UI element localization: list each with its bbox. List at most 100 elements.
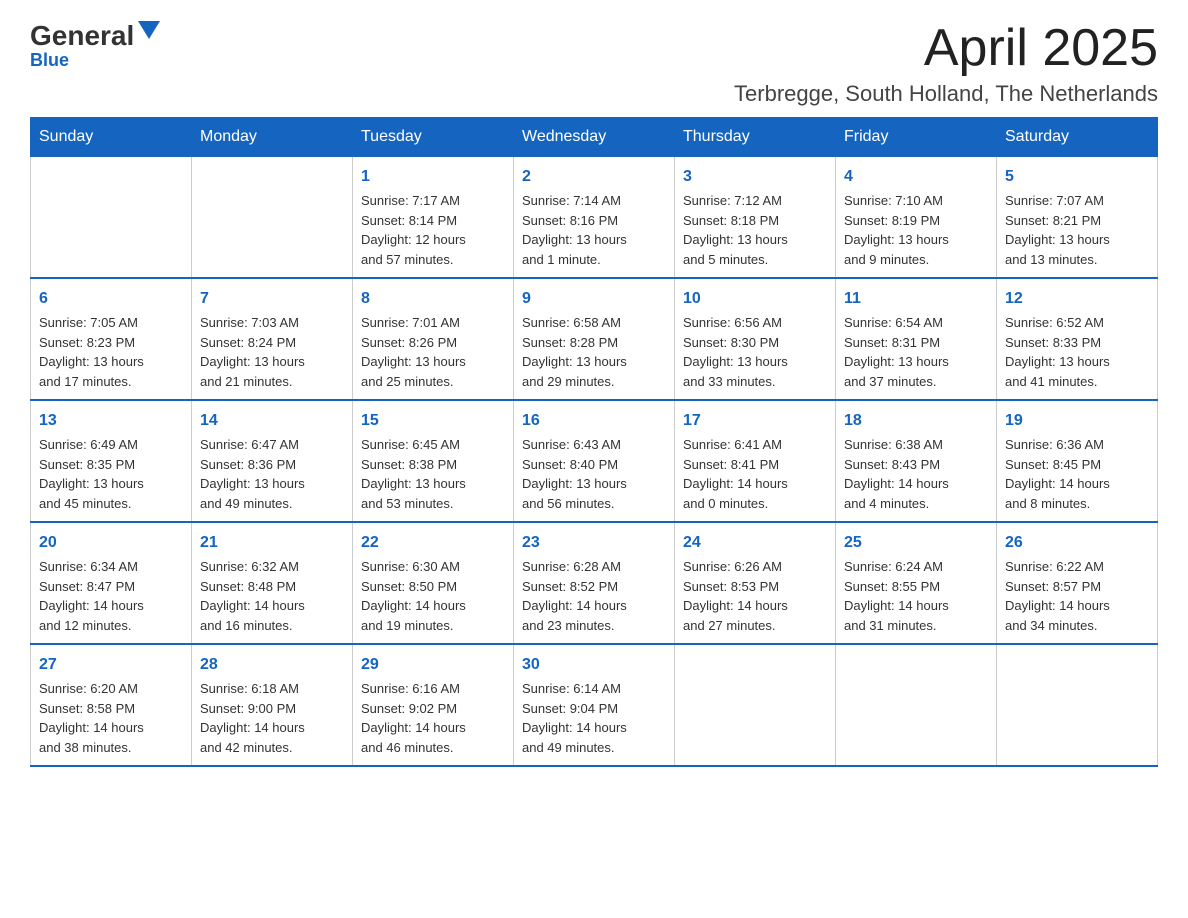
logo-arrow-icon [138,21,160,43]
day-info: Sunrise: 6:47 AM Sunset: 8:36 PM Dayligh… [200,435,344,513]
calendar-cell: 25Sunrise: 6:24 AM Sunset: 8:55 PM Dayli… [836,522,997,644]
day-info: Sunrise: 6:20 AM Sunset: 8:58 PM Dayligh… [39,679,183,757]
day-info: Sunrise: 7:12 AM Sunset: 8:18 PM Dayligh… [683,191,827,269]
day-info: Sunrise: 7:17 AM Sunset: 8:14 PM Dayligh… [361,191,505,269]
month-title: April 2025 [734,20,1158,77]
day-info: Sunrise: 6:22 AM Sunset: 8:57 PM Dayligh… [1005,557,1149,635]
day-number: 22 [361,531,505,555]
day-number: 12 [1005,287,1149,311]
day-info: Sunrise: 6:18 AM Sunset: 9:00 PM Dayligh… [200,679,344,757]
calendar-week-row: 6Sunrise: 7:05 AM Sunset: 8:23 PM Daylig… [31,278,1158,400]
calendar-cell [836,644,997,766]
logo-text-general: General [30,20,134,52]
calendar-week-row: 20Sunrise: 6:34 AM Sunset: 8:47 PM Dayli… [31,522,1158,644]
calendar-cell: 16Sunrise: 6:43 AM Sunset: 8:40 PM Dayli… [514,400,675,522]
day-info: Sunrise: 6:38 AM Sunset: 8:43 PM Dayligh… [844,435,988,513]
calendar-cell: 24Sunrise: 6:26 AM Sunset: 8:53 PM Dayli… [675,522,836,644]
day-number: 5 [1005,165,1149,189]
calendar-table: SundayMondayTuesdayWednesdayThursdayFrid… [30,117,1158,767]
day-number: 24 [683,531,827,555]
header-friday: Friday [836,118,997,157]
calendar-cell [31,157,192,279]
header-thursday: Thursday [675,118,836,157]
day-info: Sunrise: 6:14 AM Sunset: 9:04 PM Dayligh… [522,679,666,757]
day-number: 19 [1005,409,1149,433]
day-number: 27 [39,653,183,677]
calendar-cell: 17Sunrise: 6:41 AM Sunset: 8:41 PM Dayli… [675,400,836,522]
calendar-cell: 20Sunrise: 6:34 AM Sunset: 8:47 PM Dayli… [31,522,192,644]
day-number: 17 [683,409,827,433]
calendar-cell: 22Sunrise: 6:30 AM Sunset: 8:50 PM Dayli… [353,522,514,644]
day-number: 20 [39,531,183,555]
logo-text-blue: Blue [30,50,69,71]
day-info: Sunrise: 6:56 AM Sunset: 8:30 PM Dayligh… [683,313,827,391]
header-tuesday: Tuesday [353,118,514,157]
day-info: Sunrise: 6:26 AM Sunset: 8:53 PM Dayligh… [683,557,827,635]
day-info: Sunrise: 7:10 AM Sunset: 8:19 PM Dayligh… [844,191,988,269]
calendar-cell: 28Sunrise: 6:18 AM Sunset: 9:00 PM Dayli… [192,644,353,766]
day-info: Sunrise: 6:16 AM Sunset: 9:02 PM Dayligh… [361,679,505,757]
calendar-week-row: 13Sunrise: 6:49 AM Sunset: 8:35 PM Dayli… [31,400,1158,522]
day-number: 15 [361,409,505,433]
day-info: Sunrise: 6:52 AM Sunset: 8:33 PM Dayligh… [1005,313,1149,391]
day-info: Sunrise: 6:32 AM Sunset: 8:48 PM Dayligh… [200,557,344,635]
day-info: Sunrise: 6:58 AM Sunset: 8:28 PM Dayligh… [522,313,666,391]
day-number: 8 [361,287,505,311]
day-info: Sunrise: 6:49 AM Sunset: 8:35 PM Dayligh… [39,435,183,513]
calendar-cell [997,644,1158,766]
day-info: Sunrise: 6:54 AM Sunset: 8:31 PM Dayligh… [844,313,988,391]
calendar-header-row: SundayMondayTuesdayWednesdayThursdayFrid… [31,118,1158,157]
header-monday: Monday [192,118,353,157]
day-number: 18 [844,409,988,433]
day-number: 26 [1005,531,1149,555]
day-info: Sunrise: 6:43 AM Sunset: 8:40 PM Dayligh… [522,435,666,513]
calendar-cell: 3Sunrise: 7:12 AM Sunset: 8:18 PM Daylig… [675,157,836,279]
calendar-cell: 19Sunrise: 6:36 AM Sunset: 8:45 PM Dayli… [997,400,1158,522]
calendar-week-row: 1Sunrise: 7:17 AM Sunset: 8:14 PM Daylig… [31,157,1158,279]
day-info: Sunrise: 7:14 AM Sunset: 8:16 PM Dayligh… [522,191,666,269]
day-info: Sunrise: 6:41 AM Sunset: 8:41 PM Dayligh… [683,435,827,513]
day-number: 2 [522,165,666,189]
calendar-cell: 14Sunrise: 6:47 AM Sunset: 8:36 PM Dayli… [192,400,353,522]
calendar-cell: 2Sunrise: 7:14 AM Sunset: 8:16 PM Daylig… [514,157,675,279]
logo: General Blue [30,20,160,71]
calendar-cell: 1Sunrise: 7:17 AM Sunset: 8:14 PM Daylig… [353,157,514,279]
day-number: 30 [522,653,666,677]
calendar-cell: 4Sunrise: 7:10 AM Sunset: 8:19 PM Daylig… [836,157,997,279]
calendar-cell: 21Sunrise: 6:32 AM Sunset: 8:48 PM Dayli… [192,522,353,644]
header-sunday: Sunday [31,118,192,157]
calendar-cell [675,644,836,766]
calendar-cell: 5Sunrise: 7:07 AM Sunset: 8:21 PM Daylig… [997,157,1158,279]
day-info: Sunrise: 6:28 AM Sunset: 8:52 PM Dayligh… [522,557,666,635]
calendar-cell: 29Sunrise: 6:16 AM Sunset: 9:02 PM Dayli… [353,644,514,766]
header-wednesday: Wednesday [514,118,675,157]
calendar-cell: 23Sunrise: 6:28 AM Sunset: 8:52 PM Dayli… [514,522,675,644]
day-info: Sunrise: 6:45 AM Sunset: 8:38 PM Dayligh… [361,435,505,513]
day-number: 1 [361,165,505,189]
day-info: Sunrise: 7:01 AM Sunset: 8:26 PM Dayligh… [361,313,505,391]
calendar-cell: 9Sunrise: 6:58 AM Sunset: 8:28 PM Daylig… [514,278,675,400]
day-number: 4 [844,165,988,189]
day-number: 29 [361,653,505,677]
calendar-cell: 10Sunrise: 6:56 AM Sunset: 8:30 PM Dayli… [675,278,836,400]
day-info: Sunrise: 6:24 AM Sunset: 8:55 PM Dayligh… [844,557,988,635]
day-number: 11 [844,287,988,311]
calendar-cell: 7Sunrise: 7:03 AM Sunset: 8:24 PM Daylig… [192,278,353,400]
day-info: Sunrise: 7:03 AM Sunset: 8:24 PM Dayligh… [200,313,344,391]
location-title: Terbregge, South Holland, The Netherland… [734,81,1158,107]
calendar-cell: 18Sunrise: 6:38 AM Sunset: 8:43 PM Dayli… [836,400,997,522]
day-info: Sunrise: 6:30 AM Sunset: 8:50 PM Dayligh… [361,557,505,635]
day-number: 21 [200,531,344,555]
calendar-cell: 26Sunrise: 6:22 AM Sunset: 8:57 PM Dayli… [997,522,1158,644]
calendar-week-row: 27Sunrise: 6:20 AM Sunset: 8:58 PM Dayli… [31,644,1158,766]
day-number: 13 [39,409,183,433]
header-saturday: Saturday [997,118,1158,157]
day-number: 14 [200,409,344,433]
day-number: 3 [683,165,827,189]
calendar-cell: 11Sunrise: 6:54 AM Sunset: 8:31 PM Dayli… [836,278,997,400]
calendar-cell: 15Sunrise: 6:45 AM Sunset: 8:38 PM Dayli… [353,400,514,522]
day-number: 28 [200,653,344,677]
day-number: 16 [522,409,666,433]
day-number: 23 [522,531,666,555]
day-info: Sunrise: 7:07 AM Sunset: 8:21 PM Dayligh… [1005,191,1149,269]
